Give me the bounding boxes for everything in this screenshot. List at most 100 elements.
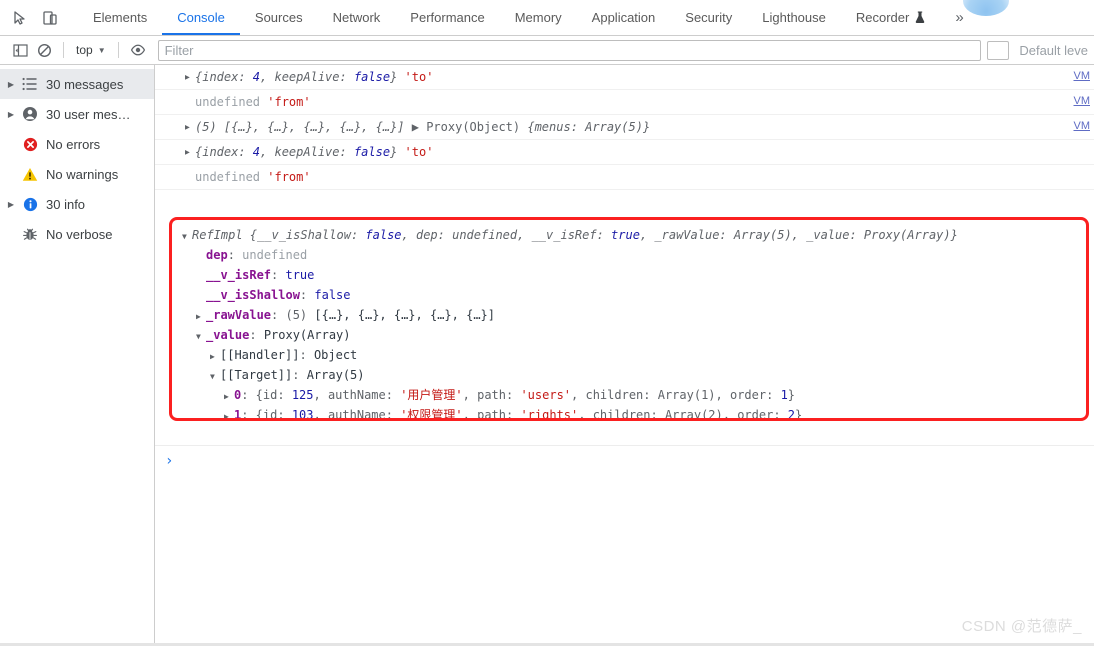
- expand-arrow-icon[interactable]: ▶: [185, 73, 190, 82]
- console-log-row[interactable]: ▶ {index: 4, keepAlive: false} 'to': [155, 140, 1094, 165]
- log-token: }: [787, 388, 796, 402]
- sidebar-item-warnings[interactable]: No warnings: [0, 159, 154, 189]
- expanded-object-highlight[interactable]: i ▼RefImpl {__v_isShallow: false, dep: u…: [169, 217, 1089, 421]
- expand-arrow-icon[interactable]: ▶: [224, 387, 234, 407]
- device-toolbar-icon[interactable]: [40, 8, 60, 28]
- log-token: {index:: [195, 145, 253, 159]
- expand-arrow-icon[interactable]: ▶: [210, 347, 220, 367]
- clear-console-icon[interactable]: [32, 38, 56, 62]
- sidebar-item-messages[interactable]: ▶ 30 messages: [0, 69, 154, 99]
- log-token: undefined: [195, 170, 268, 184]
- sidebar-item-verbose[interactable]: No verbose: [0, 219, 154, 249]
- console-log-row[interactable]: undefined 'from': [155, 165, 1094, 190]
- log-levels-dropdown[interactable]: [987, 40, 1010, 60]
- execution-context-selector[interactable]: top ▼: [71, 41, 111, 59]
- console-log-row[interactable]: ▶ (5) [{…}, {…}, {…}, {…}, {…}] ▶ Proxy(O…: [155, 115, 1094, 140]
- object-inspector-lines: ▼ RefImpl {__v_isShallow: false, dep: und…: [172, 225, 1086, 418]
- object-property-text: dep: undefined: [206, 248, 307, 262]
- console-sidebar: ▶ 30 messages ▶ 30 user mes… No errors N…: [0, 65, 155, 646]
- tab-recorder[interactable]: Recorder: [841, 0, 941, 35]
- tab-network[interactable]: Network: [318, 0, 396, 35]
- log-levels-label: Default leve: [1019, 42, 1088, 58]
- log-token: undefined: [242, 248, 308, 262]
- log-message: undefined 'from': [173, 170, 311, 184]
- object-property-text: 1: {id: 103, authName: '权限管理', path: 'ri…: [234, 408, 802, 418]
- log-token: :: [249, 328, 264, 342]
- object-property-line[interactable]: ▶ _rawValue: (5) [{…}, {…}, {…}, {…}, {…}…: [172, 305, 1086, 325]
- show-console-sidebar-icon[interactable]: [8, 38, 32, 62]
- log-token: Array(5): [733, 228, 792, 242]
- source-link[interactable]: VM: [1074, 95, 1091, 107]
- tab-performance[interactable]: Performance: [395, 0, 499, 35]
- user-icon: [18, 106, 42, 122]
- sidebar-item-label: No verbose: [46, 226, 113, 242]
- log-token: '用户管理': [400, 388, 463, 402]
- inspect-element-icon[interactable]: [10, 8, 30, 28]
- source-link[interactable]: VM: [1074, 120, 1091, 132]
- log-token: [{…}, {…}, {…}, {…}, {…}]: [314, 308, 496, 322]
- console-log-row[interactable]: ▶ {index: 4, keepAlive: false} 'to' VM: [155, 65, 1094, 90]
- more-tabs-label: »: [955, 9, 964, 26]
- console-prompt[interactable]: ›: [165, 453, 173, 469]
- object-property-line[interactable]: ▼ RefImpl {__v_isShallow: false, dep: und…: [172, 225, 1086, 245]
- collapse-arrow-icon[interactable]: ▼: [182, 227, 192, 247]
- tab-application[interactable]: Application: [577, 0, 671, 35]
- object-property-line[interactable]: dep: undefined: [172, 245, 1086, 265]
- expand-arrow-icon[interactable]: ▶: [185, 123, 190, 132]
- tab-security[interactable]: Security: [670, 0, 747, 35]
- console-toolbar: top ▼ Default leve: [0, 36, 1094, 65]
- log-token: Proxy(Object): [426, 120, 528, 134]
- expand-arrow-icon[interactable]: ▶: [224, 407, 234, 418]
- tab-sources[interactable]: Sources: [240, 0, 318, 35]
- object-property-text: _rawValue: (5) [{…}, {…}, {…}, {…}, {…}]: [206, 308, 495, 322]
- expand-arrow-icon[interactable]: ▶: [185, 148, 190, 157]
- object-property-line[interactable]: ▼ _value: Proxy(Array): [172, 325, 1086, 345]
- sidebar-item-user-messages[interactable]: ▶ 30 user mes…: [0, 99, 154, 129]
- log-token: [{…}, {…}, {…}, {…}, {…}]: [223, 120, 412, 134]
- tab-label: Console: [177, 10, 225, 25]
- collapse-arrow-icon[interactable]: ▼: [196, 327, 206, 347]
- search-input[interactable]: [157, 39, 982, 61]
- devtools-tabbar: Elements Console Sources Network Perform…: [0, 0, 1094, 36]
- watermark: CSDN @范德萨_: [961, 618, 1082, 635]
- log-token: }: [390, 70, 405, 84]
- log-token: Proxy(Array)}: [863, 228, 958, 242]
- object-property-line[interactable]: ▶ 1: {id: 103, authName: '权限管理', path: 'r…: [172, 405, 1086, 418]
- source-link[interactable]: VM: [1074, 70, 1091, 82]
- log-token: :: [299, 288, 315, 302]
- tab-elements[interactable]: Elements: [78, 0, 162, 35]
- log-token: }: [390, 145, 405, 159]
- console-log-area[interactable]: ▶ {index: 4, keepAlive: false} 'to' VM unde…: [155, 65, 1094, 646]
- log-token: 'to': [404, 145, 434, 159]
- sidebar-item-errors[interactable]: No errors: [0, 129, 154, 159]
- object-property-text: __v_isShallow: false: [206, 288, 351, 302]
- log-token: , __v_isRef:: [517, 228, 612, 242]
- error-icon: [18, 137, 42, 152]
- object-property-line[interactable]: __v_isRef: true: [172, 265, 1086, 285]
- object-property-line[interactable]: ▶ 0: {id: 125, authName: '用户管理', path: 'u…: [172, 385, 1086, 405]
- execution-context-value: top: [76, 43, 93, 57]
- log-token: 'from': [267, 170, 311, 184]
- tab-memory[interactable]: Memory: [500, 0, 577, 35]
- log-token: true: [611, 228, 640, 242]
- log-token: :: [271, 268, 286, 282]
- object-property-line[interactable]: ▶ [[Handler]]: Object: [172, 345, 1086, 365]
- log-token: RefImpl: [192, 228, 250, 242]
- log-message: undefined 'from': [173, 95, 311, 109]
- chevron-right-icon: ▶: [7, 79, 15, 89]
- log-token: dep: [206, 248, 228, 262]
- expand-arrow-icon[interactable]: ▶: [196, 307, 206, 327]
- log-token: 'to': [404, 70, 434, 84]
- more-tabs-button[interactable]: »: [941, 0, 975, 35]
- console-log-row[interactable]: undefined 'from' VM: [155, 90, 1094, 115]
- collapse-arrow-icon[interactable]: ▼: [210, 367, 220, 387]
- tab-console[interactable]: Console: [162, 0, 240, 35]
- log-token: , _value:: [791, 228, 864, 242]
- tab-lighthouse[interactable]: Lighthouse: [747, 0, 841, 35]
- live-expression-icon[interactable]: [126, 38, 150, 62]
- log-token: :: [292, 368, 307, 382]
- object-property-line[interactable]: ▼ [[Target]]: Array(5): [172, 365, 1086, 385]
- sidebar-item-label: 30 messages: [46, 76, 124, 92]
- object-property-line[interactable]: __v_isShallow: false: [172, 285, 1086, 305]
- sidebar-item-info[interactable]: ▶ 30 info: [0, 189, 154, 219]
